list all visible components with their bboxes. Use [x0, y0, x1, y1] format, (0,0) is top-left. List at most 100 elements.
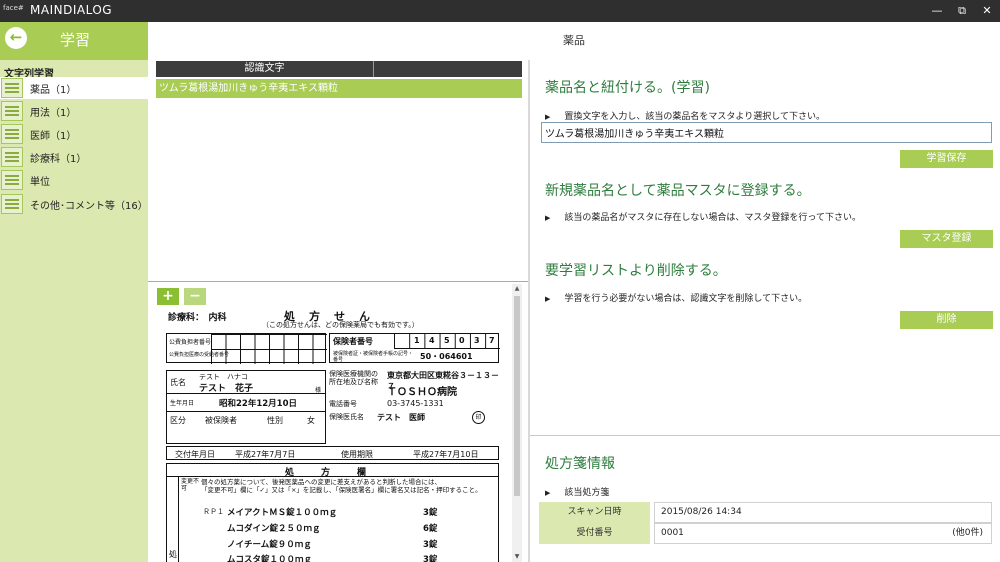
sidebar-item-unit[interactable]: 単位: [0, 169, 148, 191]
back-arrow-icon[interactable]: ←: [5, 27, 27, 49]
section-title-info: 処方箋情報: [545, 456, 615, 472]
receipt-extra: (他0件): [952, 528, 983, 538]
rx-note-line2: 「変更不可」欄に「✓」又は「×」を記載し、「保険医署名」欄に署名又は記名・押印す…: [201, 486, 482, 494]
rx-digit: 5: [444, 336, 450, 345]
rx-insurer-digits: 1 4 5 0 3 7: [394, 334, 500, 349]
delete-button[interactable]: 削除: [900, 311, 993, 329]
rx-payer-label: 公費負担者番号: [169, 339, 212, 346]
viewer-scrollbar[interactable]: ▲ ▼: [512, 284, 522, 562]
table-header: 認識文字: [156, 61, 522, 77]
scroll-thumb[interactable]: [514, 296, 520, 496]
master-register-button[interactable]: マスタ登録: [900, 230, 993, 248]
document-icon: [1, 101, 23, 121]
rx-birth-row: 生年月日 昭和22年12月10日: [167, 393, 325, 411]
right-panel: 薬品名と紐付ける。(学習) ▶ 置換文字を入力し、該当の薬品名をマスタより選択して…: [530, 60, 1000, 562]
table-row[interactable]: ツムラ葛根湯加川きゅう辛夷エキス顆粒: [156, 79, 522, 98]
sidebar: ← 学習 文字列学習 薬品（1） 用法（1） 医師（1） 診療科（1） 単位 そ…: [0, 22, 148, 562]
scan-value: 2015/08/26 14:34: [654, 502, 992, 523]
rx-note-line1: 個々の処方薬について、後発医薬品への変更に差支えがあると判断した場合には、: [201, 478, 441, 486]
rx-digit: 4: [429, 336, 435, 345]
rx-digit: 0: [459, 336, 465, 345]
rx-class-label: 区分: [170, 416, 186, 425]
rx-department: 診療科： 内科: [168, 313, 227, 323]
rx-doctor: テスト 医師: [377, 413, 425, 422]
info-sub-text: 該当処方箋: [564, 488, 610, 498]
middle-panel: 認識文字 ツムラ葛根湯加川きゅう辛夷エキス顆粒 + − 診療科： 内科 処方せん…: [148, 60, 528, 562]
rx-med-name: ノイチーム錠９０ｍｇ: [227, 540, 312, 550]
prescription-image: 診療科： 内科 処方せん （この処方せんは、どの保険薬局でも有効です。） 公費負…: [162, 308, 502, 562]
zoom-in-button[interactable]: +: [157, 288, 179, 305]
scroll-down-icon[interactable]: ▼: [512, 552, 522, 562]
section-divider: [530, 435, 1000, 436]
rx-med-qty: 3錠: [423, 555, 438, 562]
bullet-icon: ▶: [545, 295, 551, 303]
rx-digit: 3: [474, 336, 480, 345]
rx-med-qty: 3錠: [423, 540, 438, 550]
info-sub: ▶ 該当処方箋: [545, 485, 609, 498]
rx-rp: ＲＰ１: [203, 508, 224, 516]
section-title-learn: 薬品名と紐付ける。(学習): [545, 80, 710, 96]
drug-name-input[interactable]: [541, 122, 992, 143]
rx-left-column: 処: [167, 477, 179, 562]
rx-doctor-label: 保険医氏名: [329, 413, 364, 421]
document-icon: [1, 124, 23, 144]
sidebar-item-drug[interactable]: 薬品（1）: [0, 77, 148, 99]
rx-issue-label: 交付年月日: [175, 450, 215, 459]
rx-clinic-box: 保険医療機関の所在地及び名称 東京都大田区東糀谷３－１３－７ ＴＯＳＨＯ病院 電…: [329, 370, 499, 430]
column-header-recognized: 認識文字: [156, 61, 374, 77]
rx-patient-box: 氏名 テスト ハナコ テスト 花子 様 生年月日 昭和22年12月10日 区分 …: [166, 370, 326, 444]
rx-sex-label: 性別: [267, 416, 283, 425]
rx-issue-date: 平成27年7月7日: [235, 450, 296, 459]
rx-insurer-number: 50・064601: [420, 352, 473, 361]
rx-public-payer-box: 公費負担者番号 公費負担医療の受給者番号: [166, 333, 327, 364]
rx-class-row: 区分 被保険者 性別 女: [167, 411, 325, 428]
app-logo: face#: [3, 4, 24, 12]
rx-insurer-label: 保険者番号: [333, 337, 373, 346]
page-title: 薬品: [563, 34, 585, 47]
main-header: 薬品: [148, 22, 1000, 60]
instruction-delete: ▶ 学習を行う必要がない場合は、認識文字を削除して下さい。: [545, 291, 807, 304]
document-icon: [1, 78, 23, 98]
rx-subtitle: （この処方せんは、どの保険薬局でも有効です。）: [262, 321, 419, 329]
close-icon[interactable]: ✕: [978, 2, 996, 20]
bullet-icon: ▶: [545, 489, 551, 497]
rx-med-name: ムコダイン錠２５０ｍｇ: [227, 524, 321, 534]
window-title: MAINDIALOG: [30, 3, 113, 17]
rx-insurer-box: 保険者番号 1 4 5 0 3 7 被保険者証・被保険者手帳の記号・番号 50・…: [329, 333, 500, 363]
restore-icon[interactable]: ⧉: [953, 2, 971, 20]
sidebar-item-doctor[interactable]: 医師（1）: [0, 123, 148, 145]
scroll-up-icon[interactable]: ▲: [512, 284, 522, 294]
sidebar-item-label: その他･コメント等（16）: [30, 201, 148, 212]
instruction-text: 置換文字を入力し、該当の薬品名をマスタより選択して下さい。: [564, 112, 825, 122]
rx-payer-cells: [211, 334, 327, 364]
rx-clinic-name: ＴＯＳＨＯ病院: [387, 387, 457, 398]
sidebar-item-department[interactable]: 診療科（1）: [0, 146, 148, 168]
rx-stamp: 印: [472, 411, 485, 424]
bullet-icon: ▶: [545, 113, 551, 121]
title-bar: face# MAINDIALOG — ⧉ ✕: [0, 0, 1000, 22]
rx-valid-label: 使用期限: [341, 450, 373, 459]
sidebar-item-other[interactable]: その他･コメント等（16）: [0, 193, 148, 215]
rx-digit: 7: [489, 336, 495, 345]
document-icon: [1, 194, 23, 214]
instruction-text: 学習を行う必要がない場合は、認識文字を削除して下さい。: [564, 294, 808, 304]
sidebar-header: ← 学習: [0, 22, 148, 60]
instruction-register: ▶ 該当の薬品名がマスタに存在しない場合は、マスタ登録を行って下さい。: [545, 210, 861, 223]
learn-save-button[interactable]: 学習保存: [900, 150, 993, 168]
rx-body: 処 変更不可 個々の処方薬について、後発医薬品への変更に差支えがあると判断した場…: [166, 477, 499, 562]
rx-left-col-text: 処: [169, 550, 177, 559]
minimize-icon[interactable]: —: [928, 2, 946, 20]
sidebar-item-usage[interactable]: 用法（1）: [0, 100, 148, 122]
rx-med-qty: 6錠: [423, 524, 438, 534]
document-icon: [1, 147, 23, 167]
section-title-delete: 要学習リストより削除する。: [545, 263, 727, 279]
document-icon: [1, 170, 23, 190]
zoom-out-button[interactable]: −: [184, 288, 206, 305]
rx-med-qty: 3錠: [423, 508, 438, 518]
rx-dates-row: 交付年月日 平成27年7月7日 使用期限 平成27年7月10日: [166, 446, 499, 460]
rx-insurer-sub: 被保険者証・被保険者手帳の記号・番号: [333, 351, 414, 363]
section-title-register: 新規薬品名として薬品マスタに登録する。: [545, 183, 811, 199]
sidebar-title: 学習: [60, 31, 91, 49]
app-window: face# MAINDIALOG — ⧉ ✕ ← 学習 文字列学習 薬品（1） …: [0, 0, 1000, 562]
receipt-label: 受付番号: [539, 523, 650, 544]
